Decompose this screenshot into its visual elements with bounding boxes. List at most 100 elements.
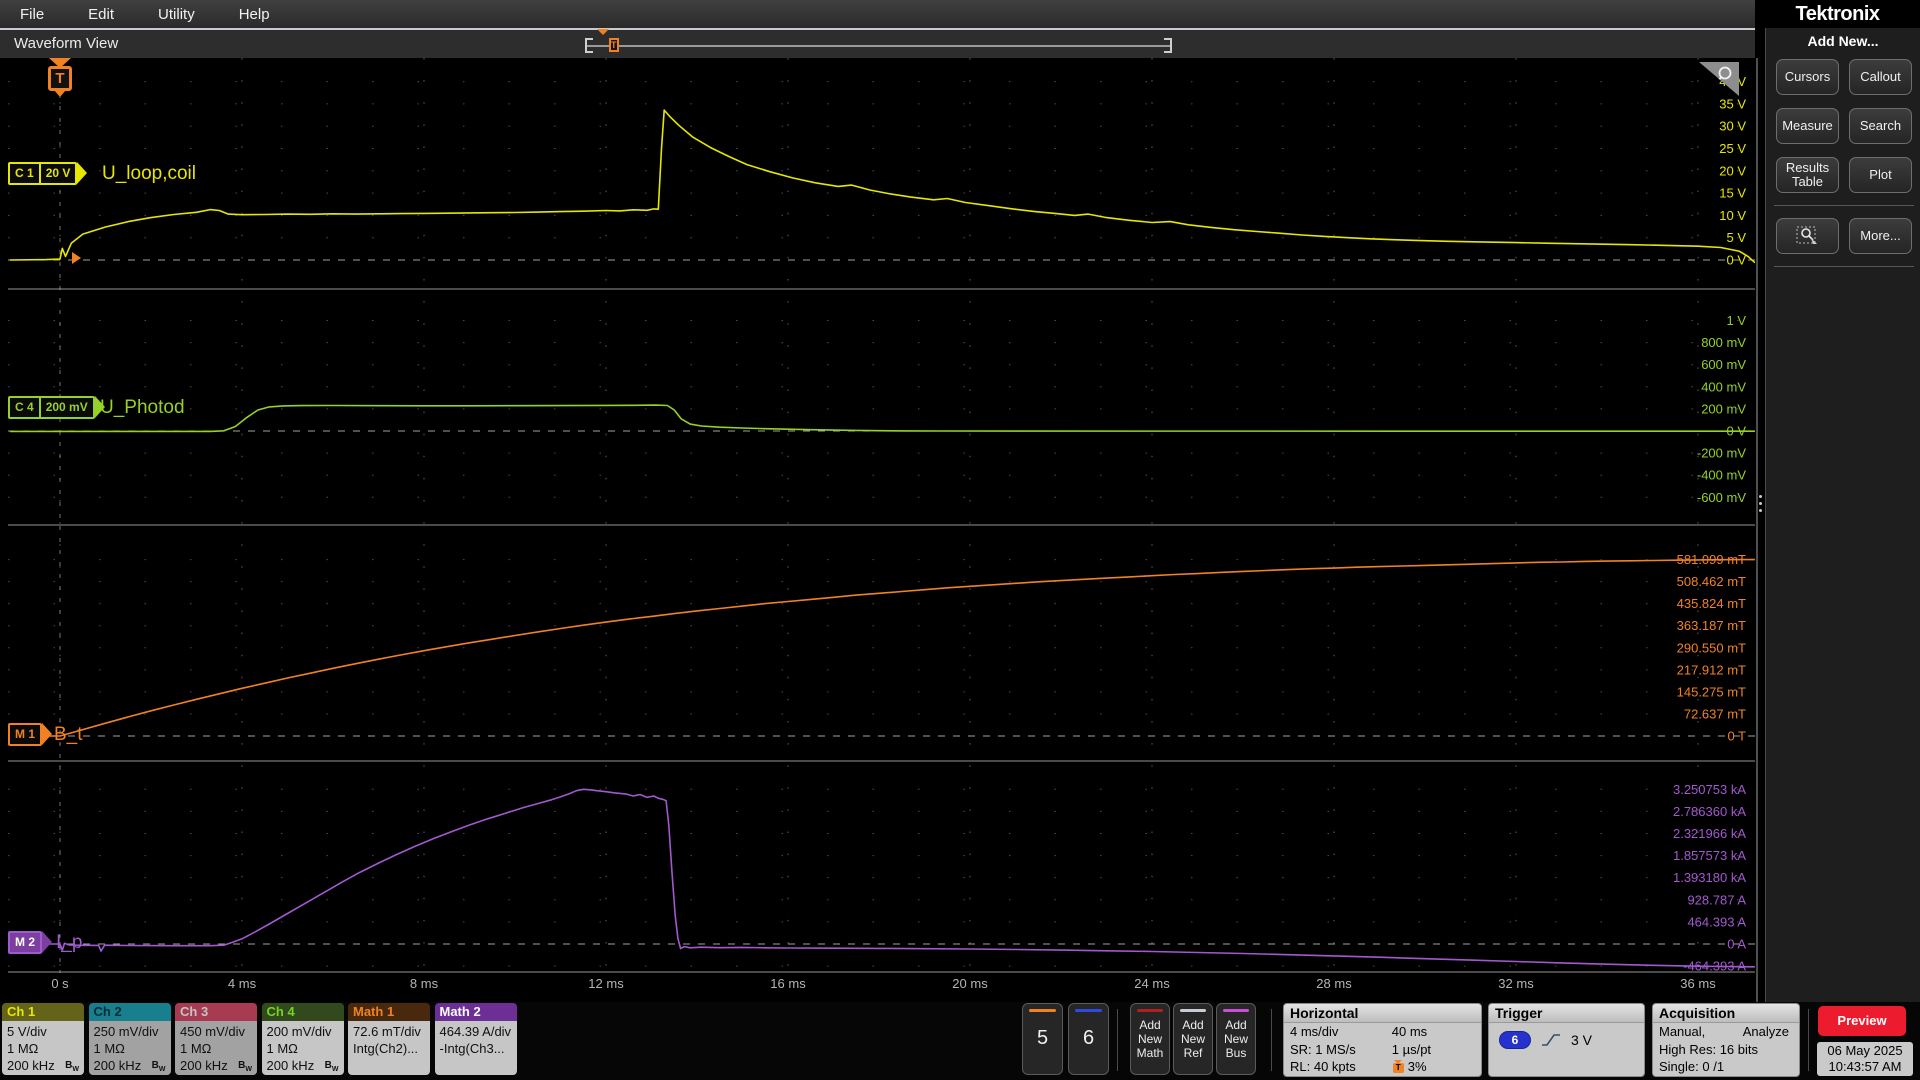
- trigger-source-badge[interactable]: 6: [1499, 1031, 1531, 1049]
- channel-badge-settings: 450 mV/div 1 MΩ BW 200 kHz: [175, 1021, 257, 1075]
- channel-badge-title: Ch 2: [88, 1003, 171, 1021]
- y-axis-label-math1: 290.550 mT: [1677, 640, 1746, 655]
- channel-badge-math-1[interactable]: Math 1 72.6 mT/div Intg(Ch2)...: [348, 1003, 430, 1075]
- channel-handle-math2[interactable]: M 2: [8, 931, 43, 954]
- time-axis-label: 12 ms: [588, 976, 624, 991]
- trigger-t-icon: T: [609, 38, 619, 52]
- panel-divider: [1756, 58, 1758, 1002]
- y-axis-label-math1: 217.912 mT: [1677, 662, 1746, 677]
- waveform-label-ch4[interactable]: U_Photod: [100, 397, 185, 419]
- channel-badge-ch-2[interactable]: Ch 2 250 mV/div 1 MΩ BW 200 kHz: [88, 1003, 171, 1075]
- time-axis-label: 16 ms: [770, 976, 806, 991]
- add-button-text: Math: [1136, 1046, 1164, 1060]
- horizontal-window: 40 ms: [1391, 1024, 1428, 1039]
- bandwidth-limit-icon: BW: [65, 1060, 79, 1073]
- trigger-position-flag[interactable]: T: [45, 58, 75, 97]
- time-axis-label: 36 ms: [1680, 976, 1716, 991]
- channel-handle-scale: 200 mV: [38, 398, 93, 417]
- channel-color-stripe: [1029, 1009, 1056, 1012]
- preview-button[interactable]: Preview: [1818, 1006, 1906, 1036]
- bottom-settings-bar: Ch 15 V/div 1 MΩ BW 200 kHz Ch 2 250 mV/div 1 …: [0, 1002, 1920, 1080]
- add-button-text: Add: [1182, 1018, 1204, 1032]
- y-axis-label-math2: 0 A: [1727, 937, 1746, 952]
- time-axis-label: 0 s: [51, 976, 69, 991]
- channel-badge-row: 1 MΩ: [180, 1041, 212, 1056]
- y-axis-label-math2: 3.250753 kA: [1673, 782, 1746, 797]
- menu-edit[interactable]: Edit: [88, 6, 114, 23]
- channel-handle-arrow-icon: [42, 931, 52, 953]
- channel-handle-name: C 1: [15, 166, 34, 180]
- channel-6-button[interactable]: 6: [1068, 1003, 1109, 1075]
- results-table-button[interactable]: Results Table: [1776, 157, 1839, 193]
- measure-button[interactable]: Measure: [1776, 108, 1839, 144]
- channel-handle-arrow-icon: [77, 162, 87, 184]
- add-button-stripe: [1223, 1009, 1249, 1012]
- channel-badge-math-2[interactable]: Math 2 464.39 A/div -Intg(Ch3...: [434, 1003, 517, 1075]
- channel-badge-row: -Intg(Ch3...: [439, 1041, 505, 1056]
- waveform-math2[interactable]: [9, 788, 1755, 968]
- horizontal-position-bar[interactable]: T: [585, 29, 1172, 54]
- y-axis-label-ch4: -600 mV: [1697, 490, 1746, 505]
- channel-button-label: 5: [1036, 1027, 1049, 1049]
- plot-button[interactable]: Plot: [1849, 157, 1912, 193]
- waveform-view-title: Waveform View: [14, 35, 119, 52]
- add-button-stripe: [1180, 1009, 1206, 1012]
- waveform-label-math2[interactable]: I_p: [56, 932, 82, 954]
- acquisition-single: Single: 0 /1: [1659, 1059, 1725, 1074]
- overview-right-bracket: [1164, 38, 1172, 53]
- trigger-level-arrow-icon[interactable]: [72, 252, 81, 264]
- menu-utility[interactable]: Utility: [158, 6, 195, 23]
- add-new-math-button[interactable]: Add New Math: [1130, 1003, 1170, 1075]
- y-axis-label-ch1: 0 V: [1726, 253, 1746, 268]
- search-button[interactable]: Search: [1849, 108, 1912, 144]
- waveform-ch1[interactable]: [9, 109, 1755, 264]
- add-new-ref-button[interactable]: Add New Ref: [1173, 1003, 1213, 1075]
- channel-badge-ch-3[interactable]: Ch 3 450 mV/div 1 MΩ BW 200 kHz: [175, 1003, 257, 1075]
- time-text: 10:43:57 AM: [1828, 1059, 1902, 1074]
- menu-file[interactable]: File: [20, 6, 44, 23]
- channel-badge-row: 250 mV/div: [93, 1024, 159, 1039]
- horizontal-panel[interactable]: Horizontal 4 ms/div 40 ms SR: 1 MS/s 1 µs/…: [1283, 1003, 1482, 1077]
- channel-badge-row: 1 MΩ: [266, 1041, 298, 1056]
- panel-divider-handle[interactable]: [1759, 495, 1762, 512]
- waveform-label-ch1[interactable]: U_loop,coil: [102, 163, 196, 185]
- y-axis-label-math2: 1.857573 kA: [1673, 848, 1746, 863]
- channel-badge-title: Ch 3: [175, 1003, 257, 1021]
- channel-badge-settings: 5 V/div 1 MΩ BW 200 kHz: [2, 1021, 84, 1075]
- acquisition-panel[interactable]: Acquisition Manual, Analyze High Res: 16…: [1652, 1003, 1800, 1077]
- waveform-plot[interactable]: 40 V35 V30 V25 V20 V15 V10 V5 V0 V1 V800…: [0, 58, 1765, 1002]
- y-axis-label-ch4: 400 mV: [1701, 379, 1746, 394]
- y-axis-label-ch4: 600 mV: [1701, 357, 1746, 372]
- acquisition-resolution: High Res: 16 bits: [1659, 1041, 1758, 1057]
- overview-trigger-marker[interactable]: T: [597, 29, 619, 52]
- channel-badge-ch-4[interactable]: Ch 4 200 mV/div 1 MΩ BW 200 kHz: [261, 1003, 344, 1075]
- menu-help[interactable]: Help: [239, 6, 270, 23]
- waveform-ch4[interactable]: [9, 404, 1755, 433]
- waveform-math1[interactable]: [9, 558, 1755, 737]
- add-button-text: Bus: [1225, 1046, 1247, 1060]
- more-button[interactable]: More...: [1849, 218, 1912, 254]
- channel-badge-settings: 72.6 mT/div Intg(Ch2)...: [348, 1021, 430, 1075]
- acquisition-title: Acquisition: [1653, 1004, 1799, 1023]
- callout-button[interactable]: Callout: [1849, 59, 1912, 95]
- zoom-select-button[interactable]: [1776, 218, 1839, 254]
- cursors-button[interactable]: Cursors: [1776, 59, 1839, 95]
- time-axis-label: 20 ms: [952, 976, 988, 991]
- channel-badge-row: BW 200 kHz: [180, 1057, 257, 1074]
- trigger-flag-icon: T: [1392, 1060, 1405, 1074]
- channel-handle-math1[interactable]: M 1: [8, 723, 43, 746]
- channel-badge-settings: 464.39 A/div -Intg(Ch3...: [434, 1021, 517, 1075]
- waveform-label-math1[interactable]: B_t: [54, 724, 83, 746]
- channel-badge-ch-1[interactable]: Ch 1 5 V/div 1 MΩ BW 200 kHz: [2, 1003, 84, 1075]
- channel-handle-ch1[interactable]: C 1 20 V: [8, 162, 78, 185]
- add-new-bus-button[interactable]: Add New Bus: [1216, 1003, 1256, 1075]
- y-axis-label-math1: 508.462 mT: [1677, 574, 1746, 589]
- horizontal-scale: 4 ms/div: [1290, 1024, 1339, 1039]
- tekscope-app: File Edit Utility Help Tektronix Wavefor…: [0, 0, 1920, 1080]
- y-axis-label-ch4: -200 mV: [1697, 446, 1746, 461]
- trigger-panel[interactable]: Trigger 6 3 V: [1488, 1003, 1645, 1077]
- channel-handle-name: C 4: [15, 400, 34, 414]
- channel-5-button[interactable]: 5: [1022, 1003, 1063, 1075]
- right-panel: Add New... Cursors Callout Measure Searc…: [1765, 28, 1920, 1002]
- channel-handle-ch4[interactable]: C 4 200 mV: [8, 396, 95, 419]
